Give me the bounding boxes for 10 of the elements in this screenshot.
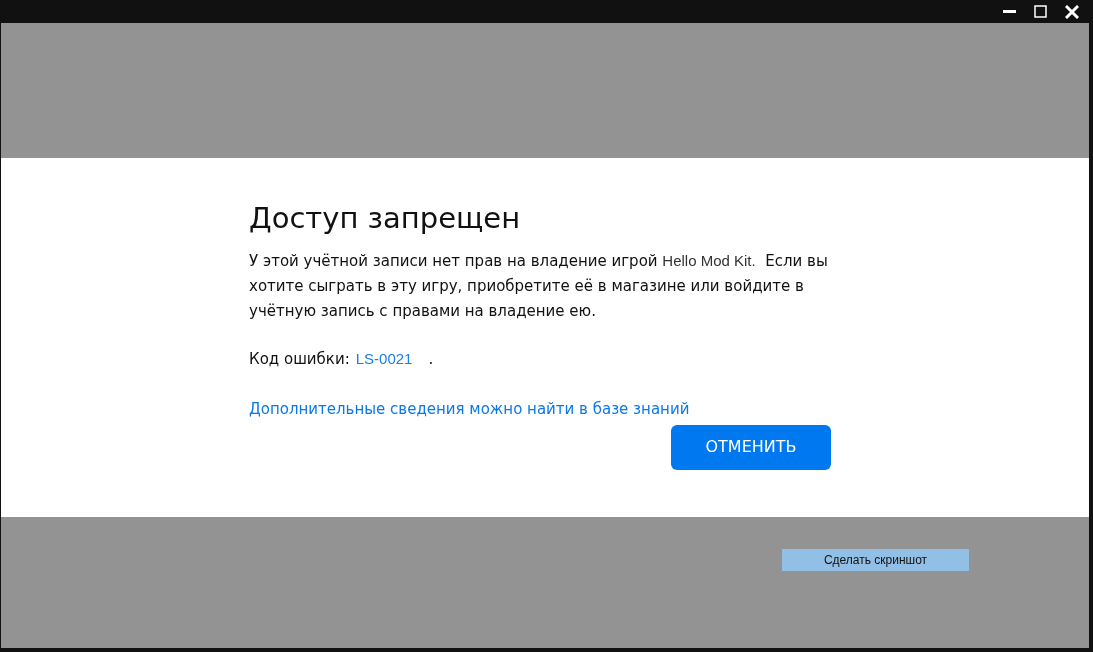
cancel-button[interactable]: ОТМЕНИТЬ: [671, 424, 831, 470]
dialog-title: Доступ запрещен: [249, 200, 522, 237]
period-text: .: [428, 349, 434, 370]
error-label: Код ошибки:: [249, 349, 350, 370]
maximize-icon[interactable]: [1034, 5, 1047, 18]
message-text: У этой учётной записи нет прав на владение игрой Hello Mod Kit. Если вы хотите сыграть в эту игру, приобретите её в магазине или войдите в учётную запись с правами на владение ею.: [249, 251, 829, 322]
help-link[interactable]: Дополнительные сведения можно найти в базе знаний: [249, 397, 690, 420]
close-icon[interactable]: [1065, 4, 1079, 19]
error-code-link[interactable]: LS-0021: [355, 348, 413, 371]
screenshot-button[interactable]: Сделать скриншот: [782, 549, 969, 571]
